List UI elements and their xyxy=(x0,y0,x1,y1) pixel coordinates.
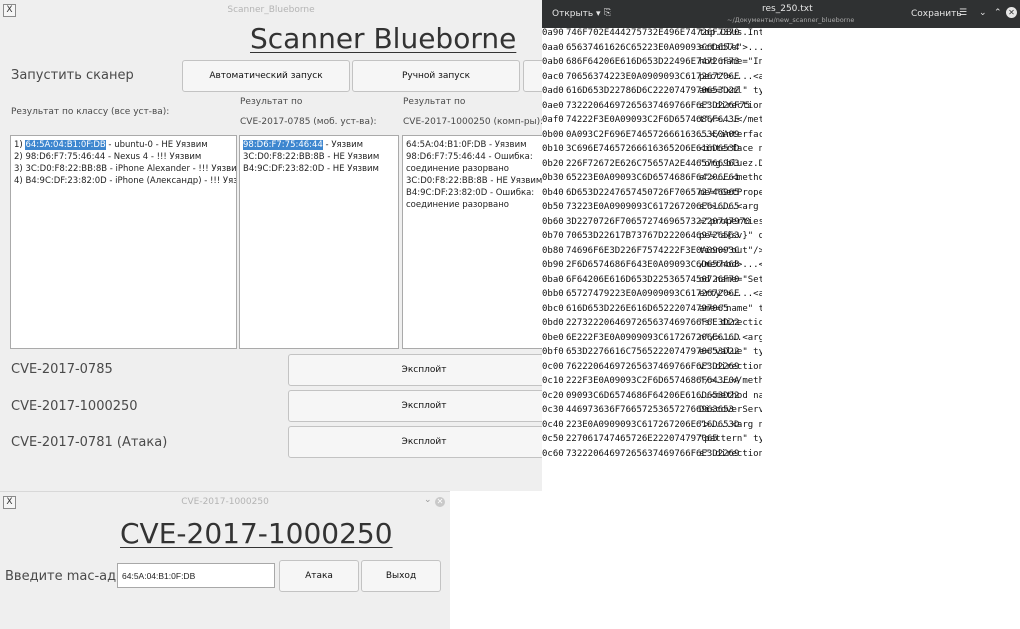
open-button[interactable]: Открыть ▾ xyxy=(552,9,601,19)
col3-header-line2: CVE-2017-1000250 (комп-ры): xyxy=(403,117,542,127)
menu-icon[interactable]: ☰ xyxy=(959,8,967,18)
code-line: 0bb0 65727479223E0A0909093C617267206Eerty… xyxy=(542,289,762,299)
hexdump-text[interactable]: 0a90 746F702E444275732E496E74726F7370top.… xyxy=(542,26,762,461)
code-line: 0b40 6D653D2247657450726F706572746965me="… xyxy=(542,187,762,198)
exploit-label-1000250: CVE-2017-1000250 xyxy=(11,399,138,414)
code-line: 0be0 6E222F3E0A0909093C617267206E616Dn"/>… xyxy=(542,332,762,343)
code-line: 0bd0 2273222064697265637469766F6E3D22"s" … xyxy=(542,318,762,328)
list-item[interactable]: B4:9C:DF:23:82:0D - НЕ Уязвим xyxy=(243,163,395,175)
code-line: 0c20 09093C6D6574686F64206E616D653D22..<m… xyxy=(542,390,762,401)
chevron-down-icon[interactable]: ⌄ xyxy=(424,495,432,505)
code-line: 0b10 3C696E746572666163652O6E616D653D<int… xyxy=(542,144,762,154)
list-item[interactable]: 98:D6:F7:75:46:44 - Уязвим xyxy=(243,139,395,151)
file-path: ~/Документы/new_scanner_blueborne xyxy=(727,16,855,24)
list-item[interactable]: 64:5A:04:B1:0F:DB - Уязвим xyxy=(406,139,542,151)
code-line: 0af0 74222F3E0A09093C2F6D6574686F643Et"/>… xyxy=(542,115,762,125)
list-item[interactable]: 98:D6:F7:75:46:44 - Ошибка: соединение р… xyxy=(406,151,542,175)
exploit-1000250-button[interactable]: Эксплойт xyxy=(288,390,542,422)
code-line: 0c30 446973636F766572536572766963653Disco… xyxy=(542,405,762,415)
scanner-window: X Scanner_Blueborne Scanner Blueborne За… xyxy=(0,0,542,491)
code-line: 0b50 73223E0A0909093C617267206E616D65s">.… xyxy=(542,202,762,212)
code-line: 0c60 73222064697265637469766F6E3D2269s" d… xyxy=(542,448,762,459)
start-scanner-label: Запустить сканер xyxy=(11,68,134,83)
code-line: 0b20 226F72672E626C75657A2E4465766963"org… xyxy=(542,158,762,169)
code-line: 0ba0 6F64206E616D653D2253657450726F70od n… xyxy=(542,274,762,285)
results-1000250-list[interactable]: 64:5A:04:B1:0F:DB - Уязвим 98:D6:F7:75:4… xyxy=(402,135,542,349)
minimize-icon[interactable]: ⌄ xyxy=(979,8,987,18)
dialog-window-title: CVE-2017-1000250 xyxy=(181,497,269,507)
code-line: 0ab0 686F64206E616D653D22496E74726F73hod … xyxy=(542,57,762,67)
exploit-0781-button[interactable]: Эксплойт xyxy=(288,426,542,458)
code-line: 0ad0 616D653D22786D6C2220747970653D22ame=… xyxy=(542,86,762,96)
chevron-down-icon: ▾ xyxy=(596,9,601,19)
code-line: 0b60 3D2270726F706572746965732220747970="… xyxy=(542,216,762,227)
code-line: 0b70 70653D22617B73767D22206469726563pe="… xyxy=(542,231,762,241)
code-line: 0c50 227061747465726E222074797065"pattern… xyxy=(542,434,762,444)
text-editor-window: Открыть ▾ ⎘ res_250.txt ~/Документы/new_… xyxy=(542,0,1020,491)
code-line: 0b30 65223E0A09093C6D6574686F64206E61e">.… xyxy=(542,173,762,183)
save-button[interactable]: Сохранить xyxy=(911,9,962,19)
close-icon[interactable]: ✕ xyxy=(1006,7,1017,18)
app-title: Scanner Blueborne xyxy=(250,22,517,55)
window-title: Scanner_Blueborne xyxy=(227,5,315,15)
code-line: 0ac0 70656374223E0A0909093C617267206Epect… xyxy=(542,71,762,82)
code-line: 0b90 2F6D6574686F643E0A09093C6D657468/met… xyxy=(542,260,762,270)
code-line: 0ae0 73222064697265637469766F6E3D226F75s"… xyxy=(542,100,762,111)
exploit-label-0781: CVE-2017-0781 (Атака) xyxy=(11,435,168,450)
auto-start-button[interactable]: Автоматический запуск xyxy=(182,60,350,92)
manual-start-button[interactable]: Ручной запуск xyxy=(352,60,520,92)
code-line: 0c10 222F3E0A09093C2F6D6574686F643E0A"/>.… xyxy=(542,376,762,386)
code-line: 0aa0 65637461626C65223E0A09093C6D6574ecta… xyxy=(542,42,762,53)
list-item[interactable]: 3) 3C:D0:F8:22:BB:8B - iPhone Alexander … xyxy=(14,163,236,175)
extra-button[interactable] xyxy=(523,60,542,92)
exploit-label-0785: CVE-2017-0785 xyxy=(11,362,113,377)
list-item[interactable]: 4) B4:9C:DF:23:82:0D - iPhone (Александр… xyxy=(14,175,236,187)
close-icon[interactable]: ✕ xyxy=(435,497,445,507)
dialog-title: CVE-2017-1000250 xyxy=(120,517,393,550)
exploit-0785-button[interactable]: Эксплойт xyxy=(288,354,542,386)
code-line: 0b00 0A093C2F696E746572666163653E0A09..</… xyxy=(542,129,762,140)
col2-header-line1: Результат по xyxy=(240,97,303,107)
col3-header-line1: Результат по xyxy=(403,97,466,107)
results-all-list[interactable]: 1) 64:5A:04:B1:0F:DB - ubuntu-0 - НЕ Уяз… xyxy=(10,135,237,349)
list-item[interactable]: 3C:D0:F8:22:BB:8B - НЕ Уязвим xyxy=(243,151,395,163)
maximize-icon[interactable]: ⌃ xyxy=(994,8,1002,18)
selected-mac: 64:5A:04:B1:0F:DB xyxy=(25,140,106,150)
col1-header: Результат по классу (все уст-ва): xyxy=(11,107,170,117)
file-name: res_250.txt xyxy=(762,4,813,14)
selected-mac: 98:D6:F7:75:46:44 xyxy=(243,140,323,150)
list-item[interactable]: B4:9C:DF:23:82:0D - Ошибка: соединение р… xyxy=(406,187,542,211)
cve-dialog-window: X CVE-2017-1000250 ⌄ ✕ CVE-2017-1000250 … xyxy=(0,491,450,629)
code-line: 0c40 223E0A0909093C617267206E616D653D">..… xyxy=(542,419,762,430)
attack-button[interactable]: Атака xyxy=(279,560,359,592)
code-line: 0c00 76222064697265637469766F6E3D2269v" d… xyxy=(542,361,762,372)
list-item[interactable]: 2) 98:D6:F7:75:46:44 - Nexus 4 - !!! Уяз… xyxy=(14,151,233,163)
exit-button[interactable]: Выход xyxy=(361,560,441,592)
results-0785-list[interactable]: 98:D6:F7:75:46:44 - Уязвим 3C:D0:F8:22:B… xyxy=(239,135,399,349)
mac-input[interactable] xyxy=(117,563,275,588)
code-line: 0a90 746F702E444275732E496E74726F7370top.… xyxy=(542,28,762,38)
code-line: 0bc0 616D653D226E616D65222074797065ame="n… xyxy=(542,303,762,314)
col2-header-line2: CVE-2017-0785 (моб. уст-ва): xyxy=(240,117,377,127)
new-document-icon[interactable]: ⎘ xyxy=(604,8,611,18)
list-item[interactable]: 3C:D0:F8:22:BB:8B - НЕ Уязвим xyxy=(406,175,542,187)
code-line: 0b80 74696F6E3D226F7574222F3E0A09093Ction… xyxy=(542,245,762,256)
list-item[interactable]: 1) 64:5A:04:B1:0F:DB - ubuntu-0 - НЕ Уяз… xyxy=(14,139,233,151)
code-line: 0bf0 653D2276616C75652220747970653D22e="v… xyxy=(542,347,762,357)
editor-headerbar: Открыть ▾ ⎘ res_250.txt ~/Документы/new_… xyxy=(542,0,1020,28)
